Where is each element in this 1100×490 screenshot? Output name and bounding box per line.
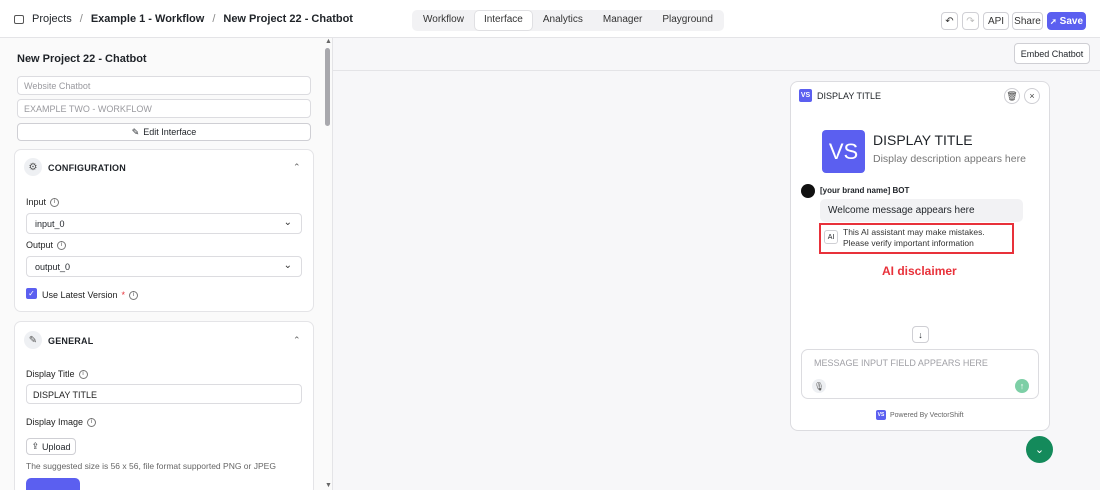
breadcrumb-separator: / bbox=[79, 13, 83, 25]
redo-icon: ↷ bbox=[966, 15, 975, 27]
info-icon: i bbox=[78, 369, 88, 379]
display-title-label-text: Display Title bbox=[26, 369, 75, 379]
workflow-input[interactable]: EXAMPLE TWO - WORKFLOW bbox=[17, 99, 311, 118]
tab-workflow[interactable]: Workflow bbox=[414, 11, 473, 30]
powered-by: VS Powered By VectorShift bbox=[876, 410, 964, 420]
chevron-down-fab[interactable]: ⌄ bbox=[1026, 436, 1053, 463]
widget-big-title: DISPLAY TITLE bbox=[873, 132, 973, 148]
display-image-label-text: Display Image bbox=[26, 417, 84, 427]
breadcrumb-project: New Project 22 - Chatbot bbox=[223, 13, 353, 25]
scroll-down-icon[interactable]: ▼ bbox=[325, 482, 332, 489]
top-bar: Projects / Example 1 - Workflow / New Pr… bbox=[0, 0, 1100, 38]
breadcrumb-projects[interactable]: Projects bbox=[32, 13, 72, 25]
vs-logo-icon: VS bbox=[876, 410, 886, 420]
powered-by-text: Powered By VectorShift bbox=[890, 411, 964, 419]
save-button[interactable]: ➚ Save bbox=[1047, 12, 1086, 30]
scroll-up-icon[interactable]: ▲ bbox=[325, 38, 332, 45]
redo-button[interactable]: ↷ bbox=[962, 12, 979, 30]
use-latest-version-label: Use Latest Version * i bbox=[42, 290, 139, 300]
upload-icon: ⇪ bbox=[31, 441, 39, 451]
info-icon: i bbox=[50, 197, 60, 207]
widget-description: Display description appears here bbox=[873, 153, 1026, 165]
display-image-label: Display Image i bbox=[26, 417, 97, 427]
info-icon: i bbox=[57, 240, 67, 250]
input-select[interactable]: input_0 ⌄ bbox=[26, 213, 302, 234]
info-icon: i bbox=[87, 417, 97, 427]
trash-icon[interactable]: 🗑 bbox=[1004, 88, 1020, 104]
bot-name: [your brand name] BOT bbox=[820, 186, 910, 195]
left-scrollbar[interactable]: ▲ ▼ bbox=[324, 38, 333, 490]
tab-interface[interactable]: Interface bbox=[474, 11, 532, 30]
arrow-down-icon: ↓ bbox=[918, 329, 923, 340]
display-title-label: Display Title i bbox=[26, 369, 88, 379]
close-icon[interactable]: × bbox=[1024, 88, 1040, 104]
edit-interface-button[interactable]: ✎ Edit Interface bbox=[17, 123, 311, 141]
upload-label: Upload bbox=[42, 441, 71, 452]
info-icon: i bbox=[129, 290, 139, 300]
message-input[interactable]: MESSAGE INPUT FIELD APPEARS HERE 🎙 ↑ bbox=[801, 349, 1039, 399]
ai-disclaimer-text: This AI assistant may make mistakes. Ple… bbox=[843, 227, 985, 248]
display-title-input[interactable]: DISPLAY TITLE bbox=[26, 384, 302, 404]
bot-avatar bbox=[801, 184, 815, 198]
embed-chatbot-button[interactable]: Embed Chatbot bbox=[1014, 43, 1090, 64]
output-label-text: Output bbox=[26, 240, 54, 250]
scroll-down-button[interactable]: ↓ bbox=[912, 326, 929, 343]
tab-playground[interactable]: Playground bbox=[653, 11, 722, 30]
required-mark: * bbox=[121, 290, 126, 300]
ai-icon: AI bbox=[824, 230, 838, 244]
mic-icon[interactable]: 🎙 bbox=[812, 379, 826, 393]
gear-icon: ⚙ bbox=[24, 158, 42, 176]
share-button[interactable]: Share bbox=[1012, 12, 1043, 30]
edit-interface-label: Edit Interface bbox=[143, 127, 197, 137]
api-button[interactable]: API bbox=[983, 12, 1009, 30]
undo-icon: ↶ bbox=[945, 15, 954, 27]
breadcrumb-workflow[interactable]: Example 1 - Workflow bbox=[91, 13, 205, 25]
latest-version-text: Use Latest Version bbox=[42, 290, 118, 300]
input-label: Input i bbox=[26, 197, 60, 207]
primary-button[interactable] bbox=[26, 478, 80, 490]
edit-icon: ✎ bbox=[24, 331, 42, 349]
project-title: New Project 22 - Chatbot bbox=[17, 53, 147, 65]
use-latest-version-checkbox[interactable]: ✓ bbox=[26, 288, 37, 299]
rocket-icon: ➚ bbox=[1049, 16, 1057, 26]
send-icon[interactable]: ↑ bbox=[1015, 379, 1029, 393]
tab-analytics[interactable]: Analytics bbox=[534, 11, 592, 30]
chevron-down-icon: ⌄ bbox=[283, 260, 292, 271]
sidebar-toggle-icon[interactable] bbox=[14, 14, 24, 24]
widget-header-title: DISPLAY TITLE bbox=[817, 91, 882, 101]
undo-button[interactable]: ↶ bbox=[941, 12, 958, 30]
breadcrumb: Projects / Example 1 - Workflow / New Pr… bbox=[14, 0, 353, 38]
vs-logo-icon: VS bbox=[799, 89, 812, 102]
chevron-down-icon: ⌄ bbox=[283, 217, 292, 228]
save-label: Save bbox=[1059, 15, 1084, 27]
main-tabs: Workflow Interface Analytics Manager Pla… bbox=[412, 10, 724, 31]
divider bbox=[333, 70, 1100, 71]
message-input-placeholder: MESSAGE INPUT FIELD APPEARS HERE bbox=[814, 358, 988, 368]
input-label-text: Input bbox=[26, 197, 47, 207]
output-select-value: output_0 bbox=[35, 262, 71, 272]
input-select-value: input_0 bbox=[35, 219, 65, 229]
edit-icon: ✎ bbox=[131, 126, 140, 137]
upload-button[interactable]: ⇪ Upload bbox=[26, 438, 76, 455]
output-label: Output i bbox=[26, 240, 67, 250]
general-header: GENERAL bbox=[48, 336, 94, 346]
output-select[interactable]: output_0 ⌄ bbox=[26, 256, 302, 277]
welcome-message: Welcome message appears here bbox=[820, 199, 1023, 222]
configuration-header: CONFIGURATION bbox=[48, 163, 126, 173]
tab-manager[interactable]: Manager bbox=[594, 11, 651, 30]
annotation-label: AI disclaimer bbox=[882, 264, 957, 278]
vs-logo-large: VS bbox=[822, 130, 865, 173]
breadcrumb-separator: / bbox=[212, 13, 216, 25]
chatbot-name-input[interactable]: Website Chatbot bbox=[17, 76, 311, 95]
image-size-hint: The suggested size is 56 x 56, file form… bbox=[26, 461, 276, 471]
scroll-thumb[interactable] bbox=[325, 48, 330, 126]
